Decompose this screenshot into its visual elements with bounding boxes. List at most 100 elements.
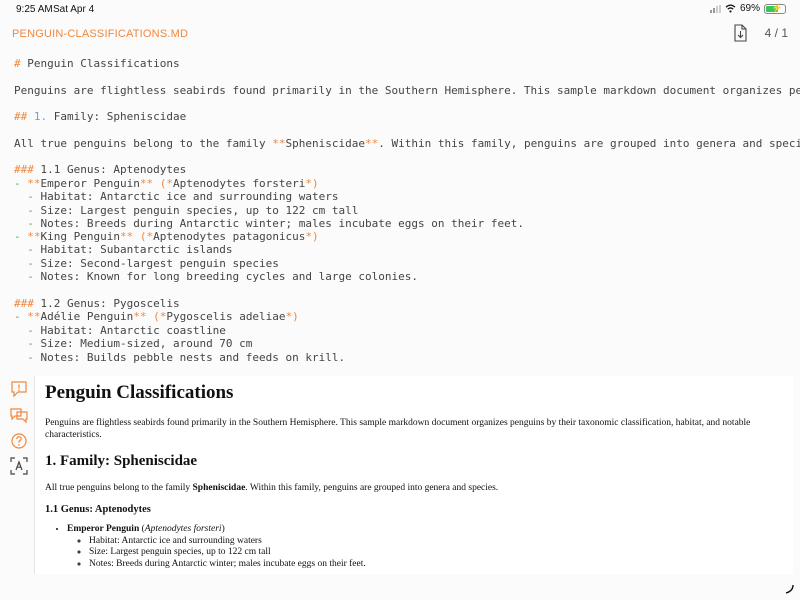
species-latin: Aptenodytes forsteri — [144, 524, 222, 534]
preview-region: Penguin Classifications Penguins are fli… — [0, 374, 800, 574]
source-text: Notes: Known for long breeding cycles an… — [40, 270, 419, 283]
status-time: 9:25 AM — [16, 4, 53, 15]
markdown-syntax: - — [14, 257, 41, 270]
source-line[interactable]: - Habitat: Subantarctic islands — [14, 243, 233, 257]
battery-percent: 69% — [739, 3, 760, 14]
markdown-syntax: - — [14, 217, 41, 230]
markdown-source-editor[interactable]: # Penguin Classifications Penguins are fl… — [0, 46, 800, 374]
preview-toolbar — [0, 374, 34, 574]
source-line[interactable]: - **King Penguin** (*Aptenodytes patagon… — [14, 230, 319, 244]
source-text: Pygoscelis adeliae — [166, 310, 286, 323]
source-text: Aptenodytes patagonicus — [153, 230, 306, 243]
markdown-syntax: ### — [14, 163, 41, 176]
preview-title: Penguin Classifications — [45, 382, 234, 403]
list-item: Notes: Breeds during Antarctic winter; m… — [89, 559, 366, 571]
export-document-icon[interactable] — [733, 24, 747, 42]
source-text: 1.2 Genus: Pygoscelis — [40, 297, 180, 310]
markdown-syntax: ## — [14, 110, 34, 123]
markdown-syntax: - — [14, 177, 28, 190]
source-line[interactable]: - Notes: Builds pebble nests and feeds o… — [14, 351, 345, 365]
markdown-syntax: - — [14, 310, 28, 323]
file-title[interactable]: PENGUIN-CLASSIFICATIONS.MD — [12, 28, 188, 40]
preview-intro: Penguins are flightless seabirds found p… — [45, 418, 751, 440]
comments-icon[interactable] — [10, 406, 28, 424]
list-item: Emperor Penguin (Aptenodytes forsteri) H… — [67, 524, 366, 570]
species-name: Emperor Penguin — [67, 524, 140, 534]
source-text: 1.1 Genus: Aptenodytes — [40, 163, 187, 176]
source-text: All true penguins belong to the family — [14, 137, 273, 150]
list-item: Habitat: Antarctic ice and surrounding w… — [89, 536, 366, 548]
source-line[interactable]: - Size: Medium-sized, around 70 cm — [14, 337, 252, 351]
source-text: King Penguin — [40, 230, 120, 243]
source-line[interactable]: - Notes: Known for long breeding cycles … — [14, 270, 418, 284]
markdown-syntax: ** — [365, 137, 379, 150]
species-list: Emperor Penguin (Aptenodytes forsteri) H… — [45, 524, 366, 570]
markdown-syntax: - — [14, 324, 41, 337]
source-text: Notes: Breeds during Antarctic winter; m… — [40, 217, 524, 230]
source-text: Habitat: Antarctic coastline — [40, 324, 226, 337]
source-line[interactable]: ## 1. Family: Spheniscidae — [14, 110, 186, 124]
preview-family-heading: 1. Family: Spheniscidae — [45, 453, 198, 469]
header-actions: 4 / 1 — [733, 24, 788, 42]
source-text: Habitat: Subantarctic islands — [40, 243, 233, 256]
preview-family-text: All true penguins belong to the family S… — [45, 483, 498, 493]
family-text-bold: Spheniscidae — [192, 483, 246, 493]
markdown-syntax: ** — [27, 230, 41, 243]
source-line[interactable]: ### 1.1 Genus: Aptenodytes — [14, 163, 186, 177]
wifi-icon — [725, 4, 736, 13]
markdown-syntax: *) — [285, 310, 299, 323]
markdown-syntax: ** (* — [119, 230, 154, 243]
source-line[interactable]: - Size: Largest penguin species, up to 1… — [14, 204, 358, 218]
markdown-syntax: ** — [27, 177, 41, 190]
source-line[interactable]: - Habitat: Antarctic coastline — [14, 324, 226, 338]
markdown-syntax: *) — [305, 230, 319, 243]
markdown-syntax: ** — [27, 310, 41, 323]
markdown-syntax: ** (* — [133, 310, 167, 323]
signal-icon — [709, 4, 721, 13]
species-paren-close: ) — [221, 524, 225, 534]
source-line[interactable]: All true penguins belong to the family *… — [14, 137, 800, 151]
source-text: . Within this family, penguins are group… — [378, 137, 800, 150]
help-icon[interactable] — [10, 432, 28, 450]
source-text: Habitat: Antarctic ice and surrounding w… — [40, 190, 339, 203]
page-count: 4 / 1 — [764, 26, 788, 40]
text-scan-icon[interactable] — [10, 457, 28, 475]
source-line[interactable]: Penguins are flightless seabirds found p… — [14, 84, 800, 98]
source-text: Penguins are flightless seabirds found p… — [14, 84, 800, 97]
source-text: Family: Spheniscidae — [47, 110, 187, 123]
source-line[interactable]: ### 1.2 Genus: Pygoscelis — [14, 297, 180, 311]
source-text: Adélie Penguin — [40, 310, 134, 323]
source-text: Notes: Builds pebble nests and feeds on … — [40, 351, 346, 364]
battery-icon: ⚡ — [764, 3, 786, 14]
markdown-syntax: # — [14, 57, 28, 70]
source-line[interactable]: # Penguin Classifications — [14, 57, 180, 71]
markdown-syntax: - — [14, 270, 41, 283]
markdown-syntax: 1. — [33, 110, 48, 123]
source-text: Aptenodytes forsteri — [172, 177, 306, 190]
markdown-syntax: - — [14, 190, 41, 203]
source-line[interactable]: - Habitat: Antarctic ice and surrounding… — [14, 190, 339, 204]
family-text-before: All true penguins belong to the family — [45, 483, 193, 493]
markdown-syntax: ### — [14, 297, 41, 310]
family-text-after: . Within this family, penguins are group… — [245, 483, 499, 493]
source-text: Size: Largest penguin species, up to 122… — [40, 204, 359, 217]
status-date: Sat Apr 4 — [53, 4, 95, 15]
resize-handle-icon[interactable] — [784, 584, 794, 594]
comment-alert-icon[interactable] — [10, 380, 28, 398]
markdown-syntax: - — [14, 337, 41, 350]
markdown-syntax: - — [14, 230, 28, 243]
source-line[interactable]: - Notes: Breeds during Antarctic winter;… — [14, 217, 524, 231]
status-right: 69% ⚡ — [709, 3, 786, 14]
markdown-syntax: - — [14, 351, 41, 364]
markdown-syntax: *) — [305, 177, 319, 190]
source-text: Emperor Penguin — [40, 177, 140, 190]
markdown-syntax: - — [14, 204, 41, 217]
source-line[interactable]: - **Emperor Penguin** (*Aptenodytes fors… — [14, 177, 319, 191]
rendered-preview[interactable]: Penguin Classifications Penguins are fli… — [34, 376, 793, 574]
source-line[interactable]: - **Adélie Penguin** (*Pygoscelis adelia… — [14, 310, 299, 324]
list-item: Size: Largest penguin species, up to 122… — [89, 547, 366, 559]
markdown-syntax: ** — [272, 137, 286, 150]
source-text: Penguin Classifications — [27, 57, 180, 70]
source-line[interactable]: - Size: Second-largest penguin species — [14, 257, 279, 271]
status-bar: 9:25 AM Sat Apr 4 69% ⚡ — [0, 0, 800, 20]
